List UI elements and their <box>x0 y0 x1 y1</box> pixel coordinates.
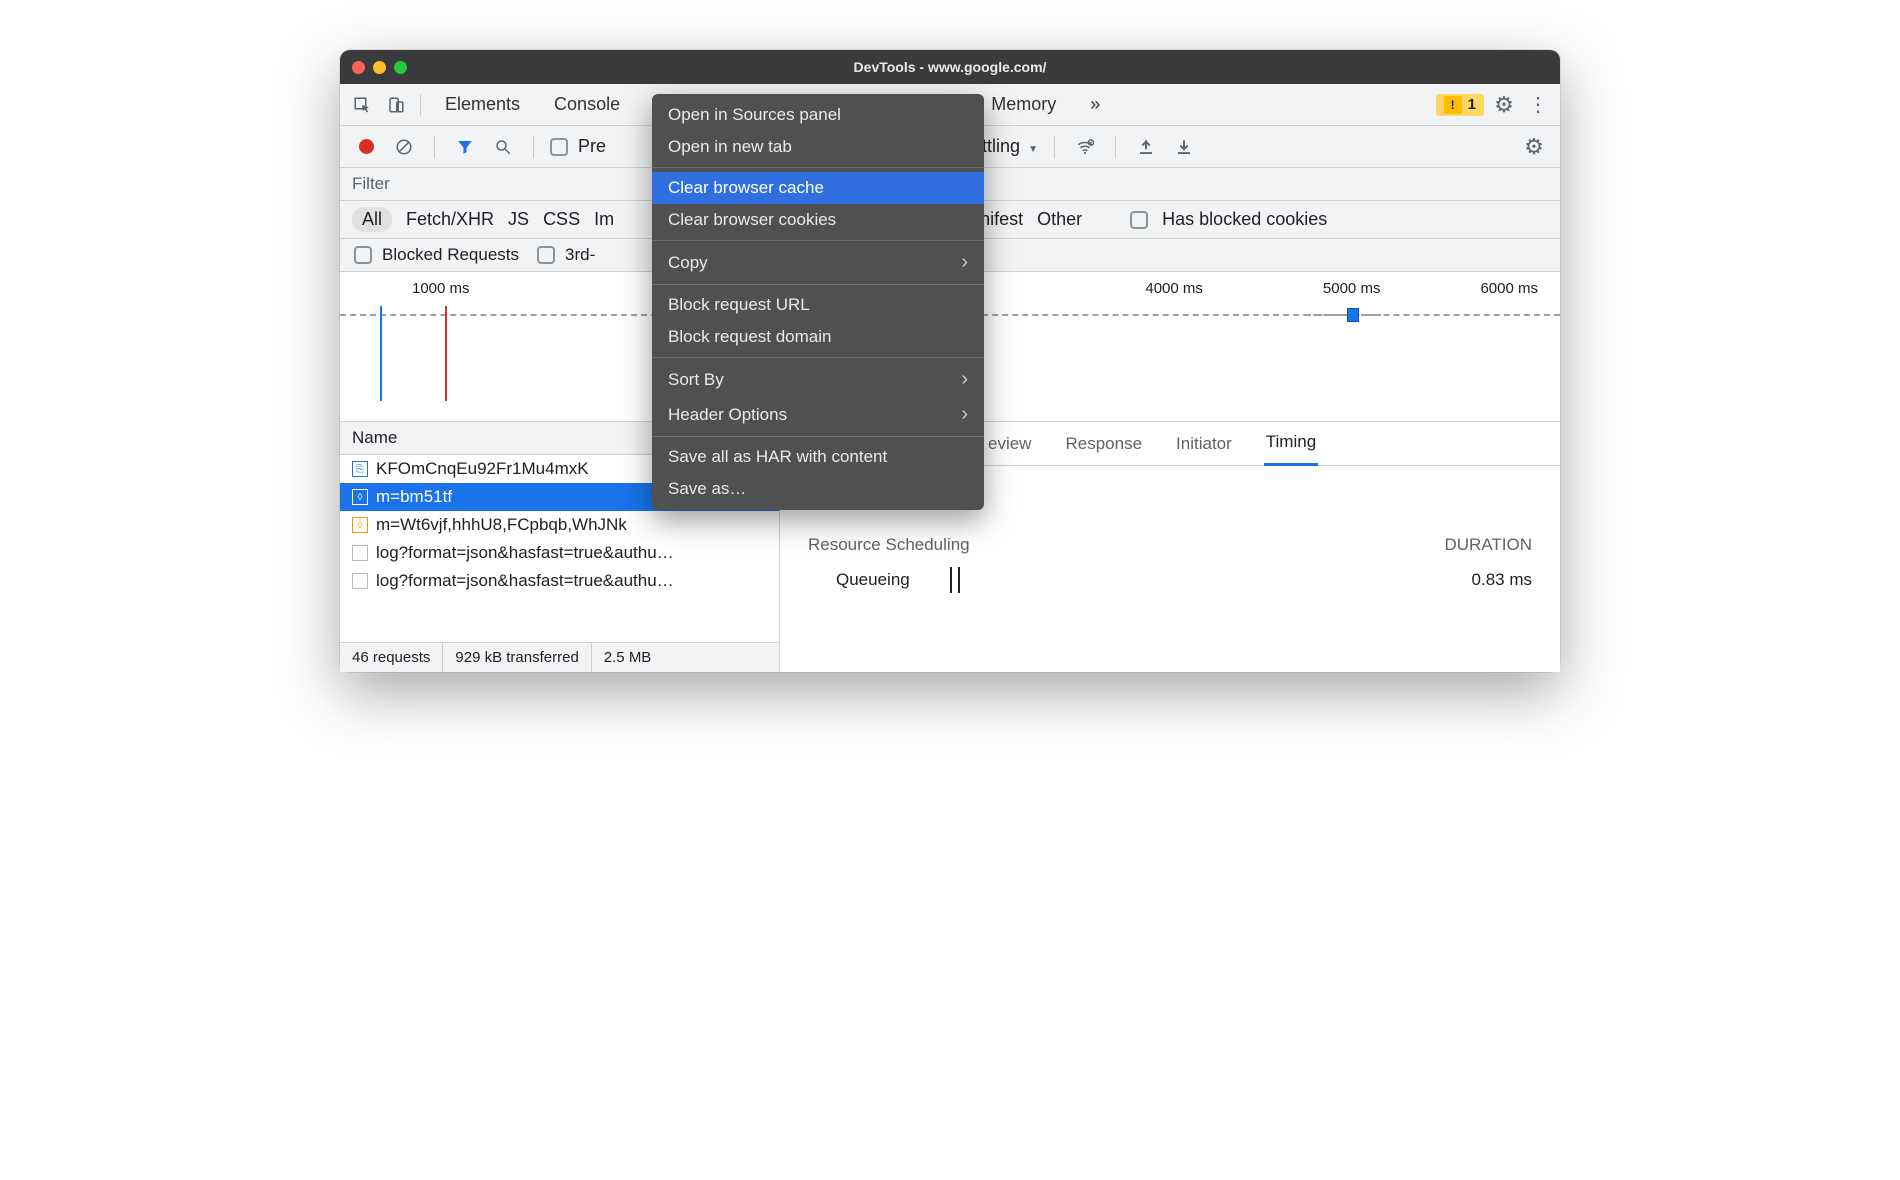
filter-all[interactable]: All <box>352 207 392 232</box>
request-name: log?format=json&hasfast=true&authu… <box>376 571 674 591</box>
minimize-window-button[interactable] <box>373 61 386 74</box>
menu-header-options[interactable]: Header Options <box>652 397 984 432</box>
window-controls <box>352 61 407 74</box>
clear-button[interactable] <box>390 133 418 161</box>
resources-size: 2.5 MB <box>592 643 664 672</box>
menu-clear-cache[interactable]: Clear browser cache <box>652 172 984 204</box>
load-marker <box>445 306 447 401</box>
export-har-icon[interactable] <box>1170 133 1198 161</box>
script-icon: ◊ <box>352 517 368 533</box>
tick-label: 6000 ms <box>1480 280 1538 297</box>
domcontentloaded-marker <box>380 306 382 401</box>
menu-sort-by[interactable]: Sort By <box>652 362 984 397</box>
third-party-label: 3rd- <box>565 245 595 265</box>
resource-scheduling-label: Resource Scheduling <box>808 535 970 555</box>
tab-console[interactable]: Console <box>540 84 634 126</box>
timeline-handle[interactable] <box>1305 308 1381 322</box>
search-icon[interactable] <box>489 133 517 161</box>
tab-timing[interactable]: Timing <box>1264 422 1318 466</box>
tab-elements[interactable]: Elements <box>431 84 534 126</box>
queueing-label: Queueing <box>836 570 910 590</box>
tick-label: 5000 ms <box>1323 280 1381 297</box>
issues-count: 1 <box>1468 96 1476 113</box>
tick-label: 1000 ms <box>412 280 470 297</box>
device-toolbar-icon[interactable] <box>382 91 410 119</box>
blocked-requests-label: Blocked Requests <box>382 245 519 265</box>
menu-save-as[interactable]: Save as… <box>652 473 984 505</box>
script-icon: ◊ <box>352 489 368 505</box>
filter-input[interactable]: Filter <box>352 174 390 193</box>
issues-badge[interactable]: ! 1 <box>1436 94 1484 116</box>
menu-copy[interactable]: Copy <box>652 245 984 280</box>
menu-block-domain[interactable]: Block request domain <box>652 321 984 353</box>
menu-clear-cookies[interactable]: Clear browser cookies <box>652 204 984 236</box>
request-name: m=Wt6vjf,hhhU8,FCpbqb,WhJNk <box>376 515 627 535</box>
request-name: m=bm51tf <box>376 487 452 507</box>
tab-preview[interactable]: eview <box>986 422 1033 466</box>
queueing-duration: 0.83 ms <box>1472 570 1532 590</box>
devtools-window: DevTools - www.google.com/ Elements Cons… <box>340 50 1560 672</box>
filter-img[interactable]: Im <box>594 209 614 230</box>
tick-label: 4000 ms <box>1145 280 1203 297</box>
kebab-menu-icon[interactable]: ⋮ <box>1524 91 1552 119</box>
context-menu: Open in Sources panel Open in new tab Cl… <box>652 94 984 510</box>
window-title: DevTools - www.google.com/ <box>340 59 1560 75</box>
network-conditions-icon[interactable] <box>1071 133 1099 161</box>
third-party-checkbox[interactable] <box>537 246 555 264</box>
file-icon: ⎘ <box>352 461 368 477</box>
filter-icon[interactable] <box>451 133 479 161</box>
menu-open-new-tab[interactable]: Open in new tab <box>652 131 984 163</box>
menu-open-sources[interactable]: Open in Sources panel <box>652 99 984 131</box>
request-row[interactable]: log?format=json&hasfast=true&authu… <box>340 567 779 595</box>
preserve-log-checkbox[interactable] <box>550 138 568 156</box>
inspect-element-icon[interactable] <box>348 91 376 119</box>
more-tabs-button[interactable]: » <box>1076 84 1114 126</box>
generic-file-icon <box>352 573 368 589</box>
blocked-cookies-label: Has blocked cookies <box>1162 209 1327 230</box>
tab-initiator[interactable]: Initiator <box>1174 422 1234 466</box>
filter-css[interactable]: CSS <box>543 209 580 230</box>
titlebar: DevTools - www.google.com/ <box>340 50 1560 84</box>
network-settings-icon[interactable]: ⚙ <box>1520 133 1548 161</box>
filter-other[interactable]: Other <box>1037 209 1082 230</box>
generic-file-icon <box>352 545 368 561</box>
menu-block-url[interactable]: Block request URL <box>652 289 984 321</box>
filter-fetch-xhr[interactable]: Fetch/XHR <box>406 209 494 230</box>
tab-memory[interactable]: Memory <box>977 84 1070 126</box>
transferred-size: 929 kB transferred <box>443 643 591 672</box>
preserve-log-label: Pre <box>578 136 606 157</box>
blocked-requests-checkbox[interactable] <box>354 246 372 264</box>
warning-icon: ! <box>1444 96 1462 114</box>
duration-header: DURATION <box>1444 535 1532 555</box>
requests-count: 46 requests <box>340 643 443 672</box>
settings-icon[interactable]: ⚙ <box>1490 91 1518 119</box>
close-window-button[interactable] <box>352 61 365 74</box>
queueing-bar <box>950 567 960 593</box>
request-row[interactable]: ◊ m=Wt6vjf,hhhU8,FCpbqb,WhJNk <box>340 511 779 539</box>
status-bar: 46 requests 929 kB transferred 2.5 MB <box>340 642 779 672</box>
filter-js[interactable]: JS <box>508 209 529 230</box>
request-name: log?format=json&hasfast=true&authu… <box>376 543 674 563</box>
import-har-icon[interactable] <box>1132 133 1160 161</box>
tab-response[interactable]: Response <box>1063 422 1144 466</box>
menu-save-har[interactable]: Save all as HAR with content <box>652 441 984 473</box>
maximize-window-button[interactable] <box>394 61 407 74</box>
request-name: KFOmCnqEu92Fr1Mu4mxK <box>376 459 589 479</box>
record-button[interactable] <box>352 133 380 161</box>
request-row[interactable]: log?format=json&hasfast=true&authu… <box>340 539 779 567</box>
blocked-cookies-checkbox[interactable] <box>1130 211 1148 229</box>
